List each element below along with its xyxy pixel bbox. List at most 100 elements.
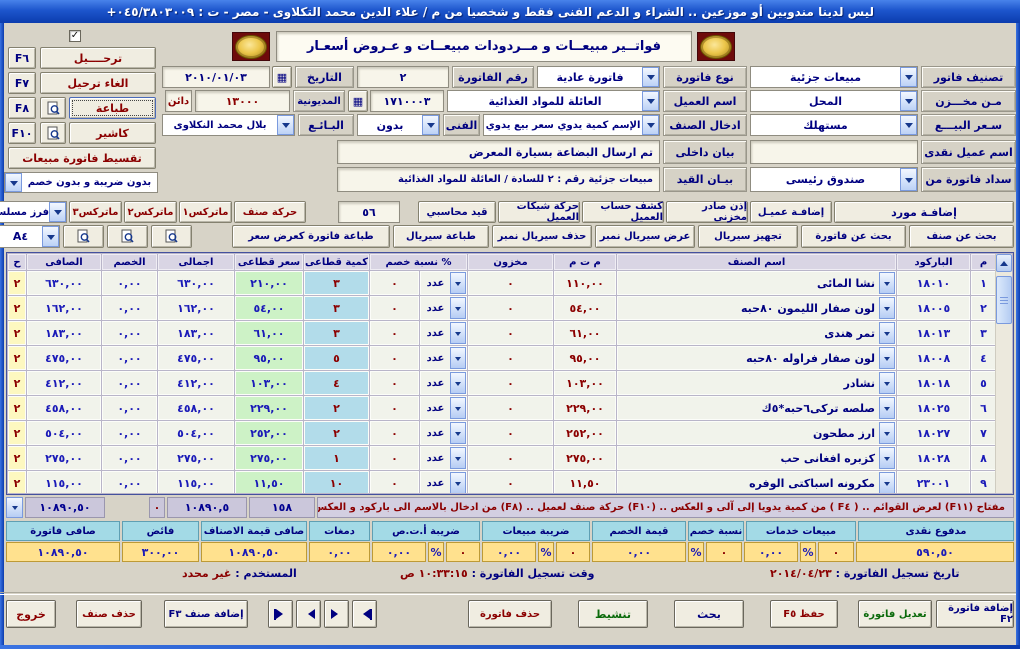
cell-discount-pct[interactable]: ٠ xyxy=(370,271,419,295)
cell-barcode[interactable]: ١٨٠١٨ xyxy=(897,371,970,395)
f10-key-button[interactable]: F١٠ xyxy=(8,122,36,144)
matrix1-button[interactable]: ماتركس١ xyxy=(179,201,232,223)
invoice-type-dropdown[interactable]: فاتورة عادية xyxy=(537,66,660,88)
unit-dropdown[interactable]: عدد xyxy=(420,471,467,493)
cell-discount-pct[interactable]: ٠ xyxy=(370,346,419,370)
cell-discount[interactable]: ٠,٠٠ xyxy=(102,446,157,470)
add-supplier-button[interactable]: إضافـة مورد xyxy=(834,201,1014,223)
transfer-button[interactable]: ترحــــيل xyxy=(40,47,156,69)
cell-barcode[interactable]: ١٨٠٠٥ xyxy=(897,296,970,320)
unit-dropdown[interactable]: عدد xyxy=(420,446,467,470)
item-name-dropdown[interactable]: صلصه تركى٦حبه*٥ك xyxy=(617,396,896,420)
cell-discount-pct[interactable]: ٠ xyxy=(370,321,419,345)
col-header-total[interactable]: اجمالى xyxy=(158,254,234,270)
col-header-barcode[interactable]: الباركود xyxy=(897,254,970,270)
calendar-button[interactable]: ▦ xyxy=(272,66,292,88)
table-row[interactable]: ٢ ٤١٢,٠٠ ٠,٠٠ ٤١٢,٠٠ ١٠٣,٠٠ ٤ ٠ عدد ٠ ١٠… xyxy=(8,371,996,395)
cell-discount-pct[interactable]: ٠ xyxy=(370,296,419,320)
chevron-down-icon[interactable] xyxy=(422,115,439,135)
stamps-value[interactable]: ٠,٠٠ xyxy=(309,542,370,562)
cell-discount[interactable]: ٠,٠٠ xyxy=(102,296,157,320)
nav-prev-button[interactable] xyxy=(324,600,349,628)
internal-note-field[interactable]: تم ارسال البضاعة بسيارة المعرض xyxy=(337,140,660,164)
client-checks-button[interactable]: حركة شيكات العميل xyxy=(498,201,580,223)
nav-next-button[interactable] xyxy=(296,600,321,628)
chevron-down-icon[interactable] xyxy=(642,91,659,111)
cancel-transfer-button[interactable]: الغاء ترحيل xyxy=(40,72,156,94)
invoice-class-dropdown[interactable]: مبيعات جزئية xyxy=(750,66,918,88)
cell-price[interactable]: ٥٤,٠٠ xyxy=(235,296,303,320)
cell-price[interactable]: ١١,٥٠ xyxy=(235,471,303,493)
col-header-qty[interactable]: كمية قطاعى xyxy=(304,254,369,270)
date-field[interactable]: ٢٠١٠/٠١/٠٣ xyxy=(162,66,270,88)
chevron-down-icon[interactable] xyxy=(450,397,466,419)
chevron-down-icon[interactable] xyxy=(5,173,22,192)
cell-quantity[interactable]: ٤ xyxy=(304,371,369,395)
chevron-down-icon[interactable] xyxy=(879,372,895,394)
chevron-down-icon[interactable] xyxy=(900,168,917,191)
item-name-dropdown[interactable]: كزبره افغانى حب xyxy=(617,446,896,470)
invoice-number-field[interactable]: ٢ xyxy=(357,66,449,88)
table-row[interactable]: ٢ ١٨٣,٠٠ ٠,٠٠ ١٨٣,٠٠ ٦١,٠٠ ٣ ٠ عدد ٠ ٦١,… xyxy=(8,321,996,345)
item-name-dropdown[interactable]: ارز مطحون xyxy=(617,421,896,445)
add-item-button[interactable]: إضافة صنف F٣ xyxy=(164,600,248,628)
chevron-down-icon[interactable] xyxy=(900,67,917,87)
chevron-down-icon[interactable] xyxy=(879,272,895,294)
client-code-field[interactable]: ١٧١٠٠٠٣ xyxy=(370,90,444,112)
item-entry-dropdown[interactable]: الإسم كمية يدوي سعر بيع يدوي xyxy=(483,114,660,136)
nav-first-button[interactable] xyxy=(352,600,377,628)
item-name-dropdown[interactable]: تمر هندى xyxy=(617,321,896,345)
col-header-discount[interactable]: الخصم xyxy=(102,254,157,270)
cell-price[interactable]: ٢١٠,٠٠ xyxy=(235,271,303,295)
chevron-down-icon[interactable] xyxy=(900,91,917,111)
chevron-down-icon[interactable] xyxy=(450,297,466,319)
exit-button[interactable]: خروج xyxy=(6,600,56,628)
cell-discount-pct[interactable]: ٠ xyxy=(370,421,419,445)
item-name-dropdown[interactable]: نشا المائى xyxy=(617,271,896,295)
chevron-down-icon[interactable] xyxy=(879,422,895,444)
cell-price[interactable]: ٩٥,٠٠ xyxy=(235,346,303,370)
cell-discount[interactable]: ٠,٠٠ xyxy=(102,396,157,420)
table-row[interactable]: ٢ ٤٥٨,٠٠ ٠,٠٠ ٤٥٨,٠٠ ٢٢٩,٠٠ ٢ ٠ عدد ٠ ٢٢… xyxy=(8,396,996,420)
item-name-dropdown[interactable]: لون صفار الليمون ٨٠حبه xyxy=(617,296,896,320)
cell-barcode[interactable]: ١٨٠٢٨ xyxy=(897,446,970,470)
col-header-stock[interactable]: مخزون xyxy=(468,254,553,270)
cell-discount[interactable]: ٠,٠٠ xyxy=(102,421,157,445)
col-header-mtm[interactable]: م ت م xyxy=(554,254,616,270)
journal-entry-button[interactable]: قيد محاسبي xyxy=(418,201,496,223)
delete-invoice-button[interactable]: حذف فاتورة xyxy=(468,600,552,628)
prepare-serial-button[interactable]: تجهيز سيريال xyxy=(698,225,798,248)
cell-discount-pct[interactable]: ٠ xyxy=(370,396,419,420)
print-as-quote-button[interactable]: طباعة فاتورة كعرض سعر xyxy=(232,225,390,248)
table-row[interactable]: ٢ ١١٥,٠٠ ٠,٠٠ ١١٥,٠٠ ١١,٥٠ ١٠ ٠ عدد ٠ ١١… xyxy=(8,471,996,493)
cell-quantity[interactable]: ١٠ xyxy=(304,471,369,493)
cell-discount-pct[interactable]: ٠ xyxy=(370,471,419,493)
cell-barcode[interactable]: ٢٣٠٠١ xyxy=(897,471,970,493)
search-invoice-button[interactable]: بحث عن فاتورة xyxy=(801,225,906,248)
services-value[interactable]: ٠,٠٠ xyxy=(744,542,798,562)
unit-dropdown[interactable]: عدد xyxy=(420,396,467,420)
chevron-down-icon[interactable] xyxy=(879,297,895,319)
cell-quantity[interactable]: ٣ xyxy=(304,321,369,345)
cashier-preview-button[interactable] xyxy=(40,122,66,144)
chevron-down-icon[interactable] xyxy=(642,115,659,135)
add-invoice-button[interactable]: إضافة فاتورة F٢ xyxy=(936,600,1014,628)
f7-key-button[interactable]: F٧ xyxy=(8,72,36,94)
unit-dropdown[interactable]: عدد xyxy=(420,371,467,395)
chevron-down-icon[interactable] xyxy=(49,202,66,222)
warehouse-dropdown[interactable]: المحل xyxy=(750,90,918,112)
unit-dropdown[interactable]: عدد xyxy=(420,296,467,320)
cell-price[interactable]: ٢٧٥,٠٠ xyxy=(235,446,303,470)
cell-discount[interactable]: ٠,٠٠ xyxy=(102,471,157,493)
print-preview-button[interactable] xyxy=(40,97,66,119)
chevron-down-icon[interactable] xyxy=(879,447,895,469)
discount-pct[interactable]: ٠ xyxy=(706,542,742,562)
unit-dropdown[interactable]: عدد xyxy=(420,421,467,445)
table-row[interactable]: ٢ ٦٣٠,٠٠ ٠,٠٠ ٦٣٠,٠٠ ٢١٠,٠٠ ٣ ٠ عدد ٠ ١١… xyxy=(8,271,996,295)
chevron-down-icon[interactable] xyxy=(450,372,466,394)
sale-price-dropdown[interactable]: مستهلك xyxy=(750,114,918,136)
preview-1-button[interactable] xyxy=(151,225,192,248)
client-lookup-button[interactable]: ▦ xyxy=(348,90,368,112)
activate-button[interactable]: تنشيط xyxy=(578,600,648,628)
col-header-disc[interactable]: نسبة خصم % xyxy=(370,254,467,270)
